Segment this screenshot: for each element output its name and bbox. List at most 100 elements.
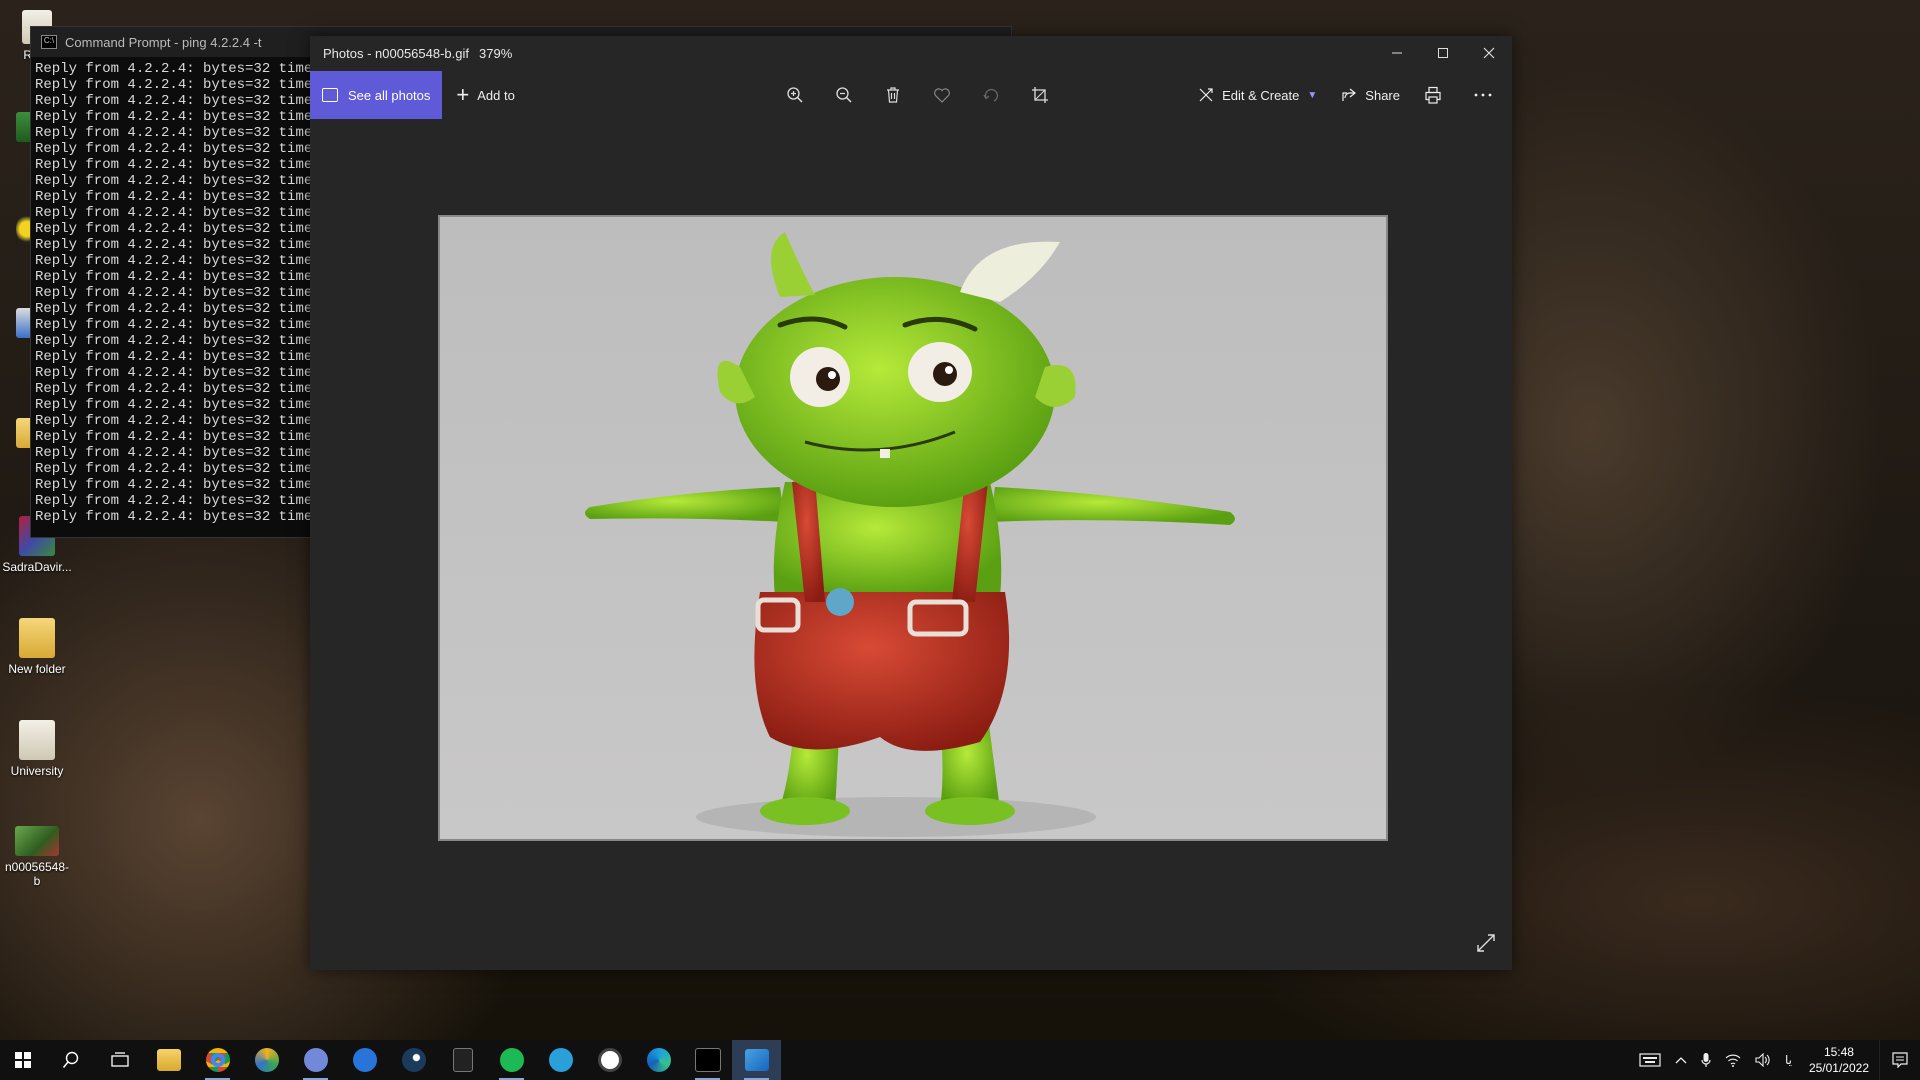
file-explorer-button[interactable] — [144, 1040, 193, 1080]
zoom-in-icon — [786, 87, 803, 103]
zoom-out-icon — [835, 87, 852, 103]
clock[interactable]: 15:48 25/01/2022 — [1799, 1044, 1879, 1076]
minimize-icon — [1392, 52, 1402, 54]
zoom-out-button[interactable] — [819, 70, 868, 120]
epic-games-button[interactable] — [438, 1040, 487, 1080]
notification-icon — [1892, 1052, 1908, 1068]
edge-icon — [646, 1048, 671, 1072]
clock-time: 15:48 — [1823, 1045, 1854, 1059]
xbox-button[interactable] — [340, 1040, 389, 1080]
add-to-label: Add to — [477, 87, 515, 103]
favorite-icon — [933, 88, 950, 103]
xbox-icon — [352, 1048, 377, 1072]
keyboard-icon — [1639, 1053, 1661, 1067]
epic-games-icon — [452, 1048, 473, 1072]
cmd-title: Command Prompt - ping 4.2.2.4 -t — [65, 34, 262, 50]
start-button[interactable] — [0, 1040, 46, 1080]
close-button[interactable] — [1466, 36, 1512, 70]
network-button[interactable] — [1718, 1053, 1748, 1067]
system-tray: یا 15:48 25/01/2022 — [1632, 1040, 1920, 1080]
image-tools — [770, 70, 1064, 120]
window-controls — [1374, 36, 1512, 70]
share-button[interactable]: Share — [1329, 70, 1412, 120]
edit-create-label: Edit & Create — [1222, 87, 1300, 103]
see-all-label: See all photos — [348, 87, 431, 103]
terminal-button[interactable] — [683, 1040, 732, 1080]
delete-button[interactable] — [868, 70, 917, 120]
fullscreen-button[interactable] — [1476, 933, 1496, 958]
edit-create-button[interactable]: Edit & Create ▼ — [1186, 70, 1329, 120]
windows-logo-icon — [15, 1052, 31, 1068]
desktop-icon-label: n00056548-b — [4, 860, 70, 888]
spotify-button[interactable] — [487, 1040, 536, 1080]
favorite-button[interactable] — [917, 70, 966, 120]
terminal-icon — [694, 1048, 721, 1072]
new-folder-icon[interactable]: New folder — [2, 618, 72, 676]
more-options-button[interactable] — [1462, 70, 1512, 120]
window-title: Photos - n00056548-b.gif — [323, 45, 469, 61]
more-icon — [1474, 93, 1492, 97]
desktop-icon-label: University — [10, 764, 64, 778]
chrome-icon — [205, 1048, 230, 1072]
task-view-button[interactable] — [95, 1040, 144, 1080]
photos-window[interactable]: Photos - n00056548-b.gif 379% See all ph… — [310, 36, 1512, 970]
chrome-button[interactable] — [193, 1040, 242, 1080]
clock-date: 25/01/2022 — [1808, 1061, 1869, 1075]
document-graphic — [19, 720, 55, 760]
edge-button[interactable] — [634, 1040, 683, 1080]
wordpress-button[interactable] — [585, 1040, 634, 1080]
photos-taskbar-button[interactable] — [732, 1040, 781, 1080]
steam-button[interactable] — [389, 1040, 438, 1080]
desktop-icon-label: New folder — [8, 662, 66, 676]
language-indicator[interactable]: یا — [1778, 1053, 1799, 1067]
microphone-button[interactable] — [1694, 1052, 1718, 1068]
photos-titlebar[interactable]: Photos - n00056548-b.gif 379% — [310, 36, 1512, 70]
crop-button[interactable] — [1015, 70, 1064, 120]
print-button[interactable] — [1412, 70, 1462, 120]
file-explorer-icon — [156, 1049, 181, 1071]
show-hidden-icons-button[interactable] — [1668, 1056, 1694, 1064]
chevron-down-icon: ▼ — [1307, 89, 1318, 101]
taskbar: یا 15:48 25/01/2022 — [0, 1040, 1920, 1080]
wifi-icon — [1725, 1054, 1741, 1067]
print-icon — [1425, 86, 1441, 104]
photos-icon — [322, 88, 338, 102]
tray-keyboard-button[interactable] — [1632, 1053, 1668, 1067]
volume-button[interactable] — [1748, 1053, 1778, 1067]
share-icon — [1342, 88, 1357, 101]
folder-graphic — [19, 618, 55, 658]
telegram-button[interactable] — [536, 1040, 585, 1080]
discord-icon — [303, 1048, 328, 1072]
gif-file-icon[interactable]: n00056548-b — [2, 826, 72, 888]
action-center-button[interactable] — [1879, 1040, 1920, 1080]
desktop-icon-label: SadraDavir... — [2, 560, 72, 574]
search-button[interactable] — [46, 1040, 95, 1080]
zoom-in-button[interactable] — [770, 70, 819, 120]
rotate-button[interactable] — [966, 70, 1015, 120]
photos-toolbar: See all photos + Add to Edit & Create ▼ … — [310, 70, 1512, 120]
expand-icon — [1477, 934, 1495, 952]
maximize-icon — [1438, 48, 1448, 58]
chevron-up-icon — [1675, 1057, 1687, 1064]
wordpress-icon — [597, 1048, 622, 1072]
telegram-icon — [548, 1048, 573, 1072]
edge-canary-icon — [254, 1048, 279, 1072]
see-all-photos-button[interactable]: See all photos — [310, 71, 443, 119]
discord-button[interactable] — [291, 1040, 340, 1080]
goblin-character-image — [440, 217, 1386, 839]
spotify-icon — [499, 1048, 524, 1072]
close-icon — [1483, 47, 1495, 59]
zoom-level: 379% — [479, 45, 513, 61]
microphone-icon — [1701, 1053, 1711, 1067]
photo-viewer-image[interactable] — [438, 215, 1388, 841]
rotate-icon — [982, 88, 998, 102]
university-doc-icon[interactable]: University — [2, 720, 72, 778]
add-to-button[interactable]: + Add to — [456, 82, 515, 107]
steam-icon — [401, 1048, 426, 1072]
plus-icon: + — [456, 82, 470, 107]
edge-canary-button[interactable] — [242, 1040, 291, 1080]
maximize-button[interactable] — [1420, 36, 1466, 70]
delete-icon — [886, 87, 899, 103]
photos-icon — [744, 1049, 769, 1071]
minimize-button[interactable] — [1374, 36, 1420, 70]
